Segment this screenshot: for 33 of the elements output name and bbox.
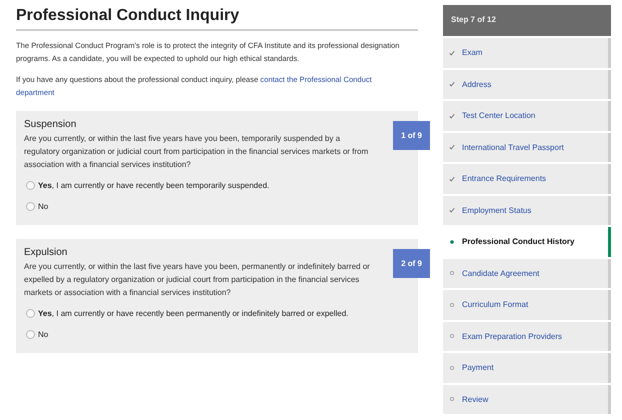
radio-button[interactable]	[26, 330, 35, 339]
question-heading: Suspension	[24, 119, 78, 130]
question-counter: 1 of 9	[393, 121, 430, 150]
radio-button[interactable]	[26, 202, 35, 211]
step-item[interactable]: Curriculum Format	[443, 290, 611, 320]
circle-icon	[449, 302, 455, 308]
option-label: Yes, I am currently or have recently been temporarily suspended.	[38, 181, 270, 190]
circle-icon	[449, 270, 455, 276]
step-item[interactable]: Address	[443, 70, 611, 99]
dot-icon	[449, 238, 455, 245]
circle-icon	[449, 364, 455, 371]
question-heading: Expulsion	[24, 247, 68, 258]
step-item[interactable]: Exam	[443, 38, 611, 68]
option-label: No	[38, 330, 48, 339]
step-header: Step 7 of 12	[443, 5, 611, 36]
step-item[interactable]: Employment Status	[443, 196, 611, 225]
question-counter: 2 of 9	[393, 249, 430, 278]
question-text: Are you currently, or within the last five years have you been, permanently or indefinitely barred or expelled by a regulatory organization or judicial court from participation in the financial services markets or association with a financial services institution?	[24, 261, 371, 299]
circle-icon	[449, 333, 455, 340]
question-text: Are you currently, or within the last five years have you been, temporarily suspended by a regulatory organization or judicial court from participation in the financial services markets or from association with a financial services institution?	[24, 133, 370, 171]
step-item[interactable]: International Travel Passport	[443, 132, 611, 162]
step-item[interactable]: Candidate Agreement	[443, 258, 611, 288]
circle-icon	[449, 396, 455, 402]
step-item[interactable]: Exam Preparation Providers	[443, 322, 611, 351]
radio-button[interactable]	[26, 309, 35, 318]
radio-button[interactable]	[26, 181, 35, 190]
step-item[interactable]: Entrance Requirements	[443, 164, 611, 194]
step-item[interactable]: Test Center Location	[443, 101, 611, 130]
page-title: Professional Conduct Inquiry	[16, 7, 418, 31]
option-label: No	[38, 202, 48, 211]
option-label: Yes, I am currently or have recently been permanently or indefinitely barred or expelled.	[38, 309, 348, 318]
step-item[interactable]: Review	[443, 384, 611, 414]
step-item[interactable]: Payment	[443, 353, 611, 382]
